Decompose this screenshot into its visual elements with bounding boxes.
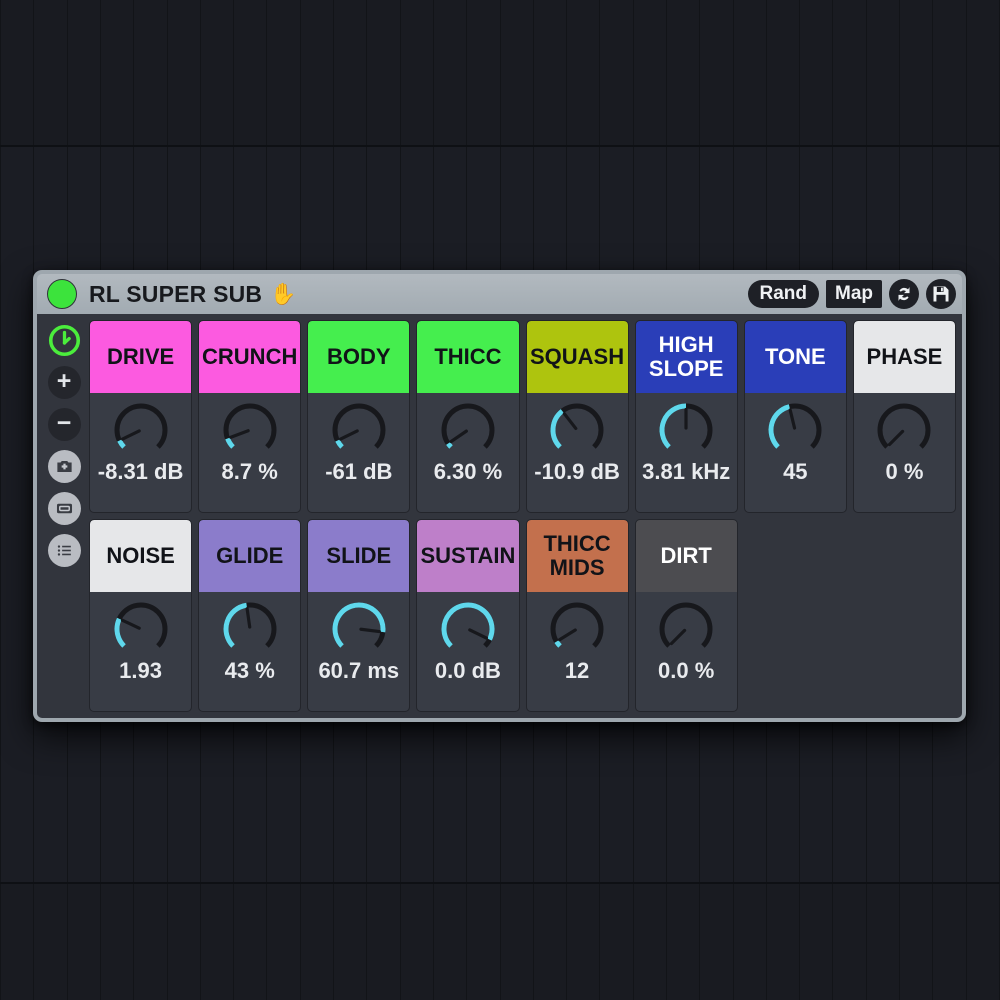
snapshot-camera-icon[interactable] xyxy=(47,450,81,483)
macro-name-button[interactable]: SLIDE xyxy=(308,520,410,592)
power-toggle-icon[interactable] xyxy=(48,324,81,357)
macro-name-button[interactable]: HIGH SLOPE xyxy=(635,321,737,393)
macro-control: DIRT 0.0 % xyxy=(634,519,738,712)
device-window-rl-super-sub: RL SUPER SUB ✋ Rand Map + − DRIVE -8.31 … xyxy=(33,270,966,722)
macro-knob-area[interactable]: -8.31 dB xyxy=(90,393,191,512)
macro-value-label: 6.30 % xyxy=(433,459,503,484)
remove-icon[interactable]: − xyxy=(47,408,81,441)
macro-name-button[interactable]: DIRT xyxy=(635,520,737,592)
hand-icon: ✋ xyxy=(270,282,297,306)
remove-glyph: − xyxy=(56,408,72,437)
save-icon[interactable] xyxy=(926,279,956,309)
macro-knob-area[interactable]: 8.7 % xyxy=(199,393,300,512)
macro-knob-area[interactable]: 43 % xyxy=(199,592,300,711)
sync-icon[interactable] xyxy=(889,279,919,309)
knob-dial[interactable] xyxy=(541,598,613,660)
macro-value-label: -61 dB xyxy=(325,459,393,484)
add-glyph: + xyxy=(56,366,72,395)
knob-dial[interactable] xyxy=(759,399,831,461)
knob-dial[interactable] xyxy=(650,598,722,660)
macro-value-label: 45 xyxy=(783,459,808,484)
macro-control: BODY -61 dB xyxy=(307,320,411,513)
map-button[interactable]: Map xyxy=(826,280,882,308)
macro-knob-area[interactable]: 6.30 % xyxy=(417,393,518,512)
macro-value-label: 3.81 kHz xyxy=(642,459,731,484)
macro-name-button[interactable]: THICC MIDS xyxy=(526,520,628,592)
knob-dial[interactable] xyxy=(105,598,177,660)
macro-value-label: 8.7 % xyxy=(221,459,278,484)
macro-value-label: -10.9 dB xyxy=(534,459,620,484)
macro-value-label: 1.93 xyxy=(119,658,162,683)
macro-knob-area[interactable]: 0.0 % xyxy=(636,592,737,711)
add-icon[interactable]: + xyxy=(47,366,81,399)
macro-name-button[interactable]: GLIDE xyxy=(199,520,301,592)
knob-dial[interactable] xyxy=(650,399,722,461)
macro-knob-area[interactable]: 0.0 dB xyxy=(417,592,518,711)
device-title: RL SUPER SUB xyxy=(89,280,263,307)
device-activator-led[interactable] xyxy=(47,279,77,309)
macro-name-button[interactable]: SUSTAIN xyxy=(417,520,519,592)
knob-dial[interactable] xyxy=(868,399,940,461)
macro-value-label: 0 % xyxy=(885,459,924,484)
macro-control: SQUASH -10.9 dB xyxy=(525,320,629,513)
knob-dial[interactable] xyxy=(214,399,286,461)
list-icon[interactable] xyxy=(47,534,81,567)
macro-knob-area[interactable]: 12 xyxy=(527,592,628,711)
macro-value-label: 0.0 % xyxy=(658,658,715,683)
macro-control: TONE 45 xyxy=(743,320,847,513)
macro-value-label: 60.7 ms xyxy=(318,658,400,683)
knob-dial[interactable] xyxy=(432,399,504,461)
knob-dial[interactable] xyxy=(105,399,177,461)
ableton-session-view: RL SUPER SUB ✋ Rand Map + − DRIVE -8.31 … xyxy=(0,0,1000,1000)
macro-name-button[interactable]: NOISE xyxy=(90,520,192,592)
macro-control: GLIDE 43 % xyxy=(198,519,302,712)
knob-dial[interactable] xyxy=(432,598,504,660)
knob-dial[interactable] xyxy=(541,399,613,461)
macro-control: THICC MIDS 12 xyxy=(525,519,629,712)
macro-name-button[interactable]: TONE xyxy=(744,321,846,393)
device-sidebar: + − xyxy=(41,320,87,712)
session-band xyxy=(0,884,1000,1000)
card-icon[interactable] xyxy=(47,492,81,525)
macro-name-button[interactable]: PHASE xyxy=(853,321,955,393)
knob-dial[interactable] xyxy=(323,598,395,660)
macro-knob-area[interactable]: -61 dB xyxy=(308,393,409,512)
macro-control: SLIDE 60.7 ms xyxy=(307,519,411,712)
macro-name-button[interactable]: SQUASH xyxy=(526,321,628,393)
macro-value-label: 12 xyxy=(564,658,590,683)
macro-control: PHASE 0 % xyxy=(852,320,956,513)
macro-knob-area[interactable]: 1.93 xyxy=(90,592,191,711)
knob-dial[interactable] xyxy=(214,598,286,660)
macro-control: DRIVE -8.31 dB xyxy=(89,320,193,513)
macro-control: SUSTAIN 0.0 dB xyxy=(416,519,520,712)
macro-knob-area[interactable]: -10.9 dB xyxy=(527,393,628,512)
macro-control: CRUNCH 8.7 % xyxy=(198,320,302,513)
macro-knob-area[interactable]: 0 % xyxy=(854,393,955,512)
macro-name-button[interactable]: CRUNCH xyxy=(199,321,301,393)
macro-control-grid: DRIVE -8.31 dB CRUNCH 8.7 % BODY -61 dB THI… xyxy=(87,320,956,712)
macro-control: NOISE 1.93 xyxy=(89,519,193,712)
session-band xyxy=(0,0,1000,145)
macro-control: HIGH SLOPE 3.81 kHz xyxy=(634,320,738,513)
device-body: + − DRIVE -8.31 dB CRUNCH 8.7 % BODY -61 dB… xyxy=(37,314,962,718)
device-titlebar: RL SUPER SUB ✋ Rand Map xyxy=(37,274,962,314)
macro-name-button[interactable]: DRIVE xyxy=(90,321,192,393)
rand-button[interactable]: Rand xyxy=(747,280,819,308)
macro-control: THICC 6.30 % xyxy=(416,320,520,513)
macro-value-label: -8.31 dB xyxy=(97,459,184,484)
knob-dial[interactable] xyxy=(323,399,395,461)
macro-name-button[interactable]: THICC xyxy=(417,321,519,393)
macro-value-label: 0.0 dB xyxy=(434,658,501,683)
macro-name-button[interactable]: BODY xyxy=(308,321,410,393)
macro-value-label: 43 % xyxy=(224,658,275,683)
macro-knob-area[interactable]: 45 xyxy=(745,393,846,512)
macro-knob-area[interactable]: 3.81 kHz xyxy=(636,393,737,512)
macro-knob-area[interactable]: 60.7 ms xyxy=(308,592,409,711)
